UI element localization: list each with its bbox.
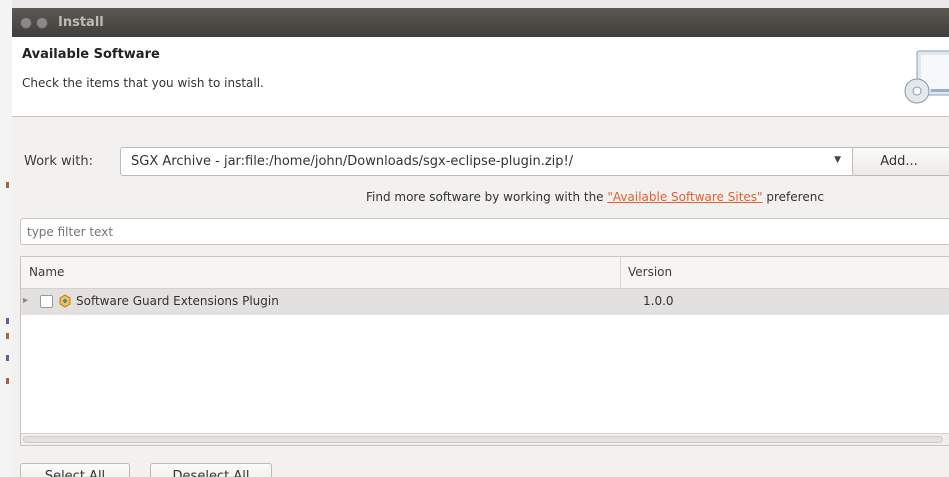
window-title: Install <box>58 15 104 30</box>
work-with-row: Work with: SGX Archive - jar:file:/home/… <box>12 147 949 177</box>
install-dialog: Install Available Software Check the ite… <box>12 8 949 477</box>
page-title: Available Software <box>22 47 160 62</box>
page-subtitle: Check the items that you wish to install… <box>22 76 264 90</box>
find-more-suffix: preferenc <box>762 190 824 204</box>
filter-field[interactable] <box>20 218 949 245</box>
select-all-button[interactable]: Select All <box>20 463 130 477</box>
filter-input[interactable] <box>21 219 949 244</box>
edge-marker <box>6 182 9 188</box>
edge-marker <box>6 318 9 324</box>
edge-marker <box>6 378 9 384</box>
deselect-all-button[interactable]: Deselect All <box>150 463 272 477</box>
expand-arrow-icon[interactable]: ▸ <box>23 295 28 306</box>
software-table: Name Version ▸ Software Guard Extensions… <box>20 256 949 446</box>
table-row[interactable]: ▸ Software Guard Extensions Plugin 1.0.0 <box>21 289 949 315</box>
title-bar: Install <box>12 8 949 37</box>
plugin-feature-icon <box>59 294 71 308</box>
column-header-version[interactable]: Version <box>628 265 672 279</box>
plugin-name: Software Guard Extensions Plugin <box>76 294 279 308</box>
table-header: Name Version <box>21 257 949 289</box>
software-install-icon <box>904 50 949 104</box>
column-header-name[interactable]: Name <box>29 265 64 279</box>
find-more-prefix: Find more software by working with the <box>366 190 608 204</box>
edge-marker <box>6 355 9 361</box>
dialog-header: Available Software Check the items that … <box>12 37 949 117</box>
scrollbar-thumb[interactable] <box>23 436 943 443</box>
work-with-value: SGX Archive - jar:file:/home/john/Downlo… <box>131 154 574 169</box>
horizontal-scrollbar[interactable] <box>21 433 949 445</box>
find-more-software-text: Find more software by working with the "… <box>366 190 824 204</box>
chevron-down-icon[interactable]: ▼ <box>834 155 841 165</box>
left-window-edge <box>0 0 12 477</box>
edge-marker <box>6 333 9 339</box>
minimize-window-button[interactable] <box>36 16 48 29</box>
column-divider[interactable] <box>620 257 621 289</box>
close-window-button[interactable] <box>20 16 32 29</box>
work-with-label: Work with: <box>24 154 94 169</box>
available-software-sites-link[interactable]: "Available Software Sites" <box>607 190 762 204</box>
work-with-combo[interactable]: SGX Archive - jar:file:/home/john/Downlo… <box>120 147 856 176</box>
plugin-checkbox[interactable] <box>40 295 53 308</box>
add-button[interactable]: Add... <box>852 147 949 176</box>
plugin-version: 1.0.0 <box>643 294 674 308</box>
